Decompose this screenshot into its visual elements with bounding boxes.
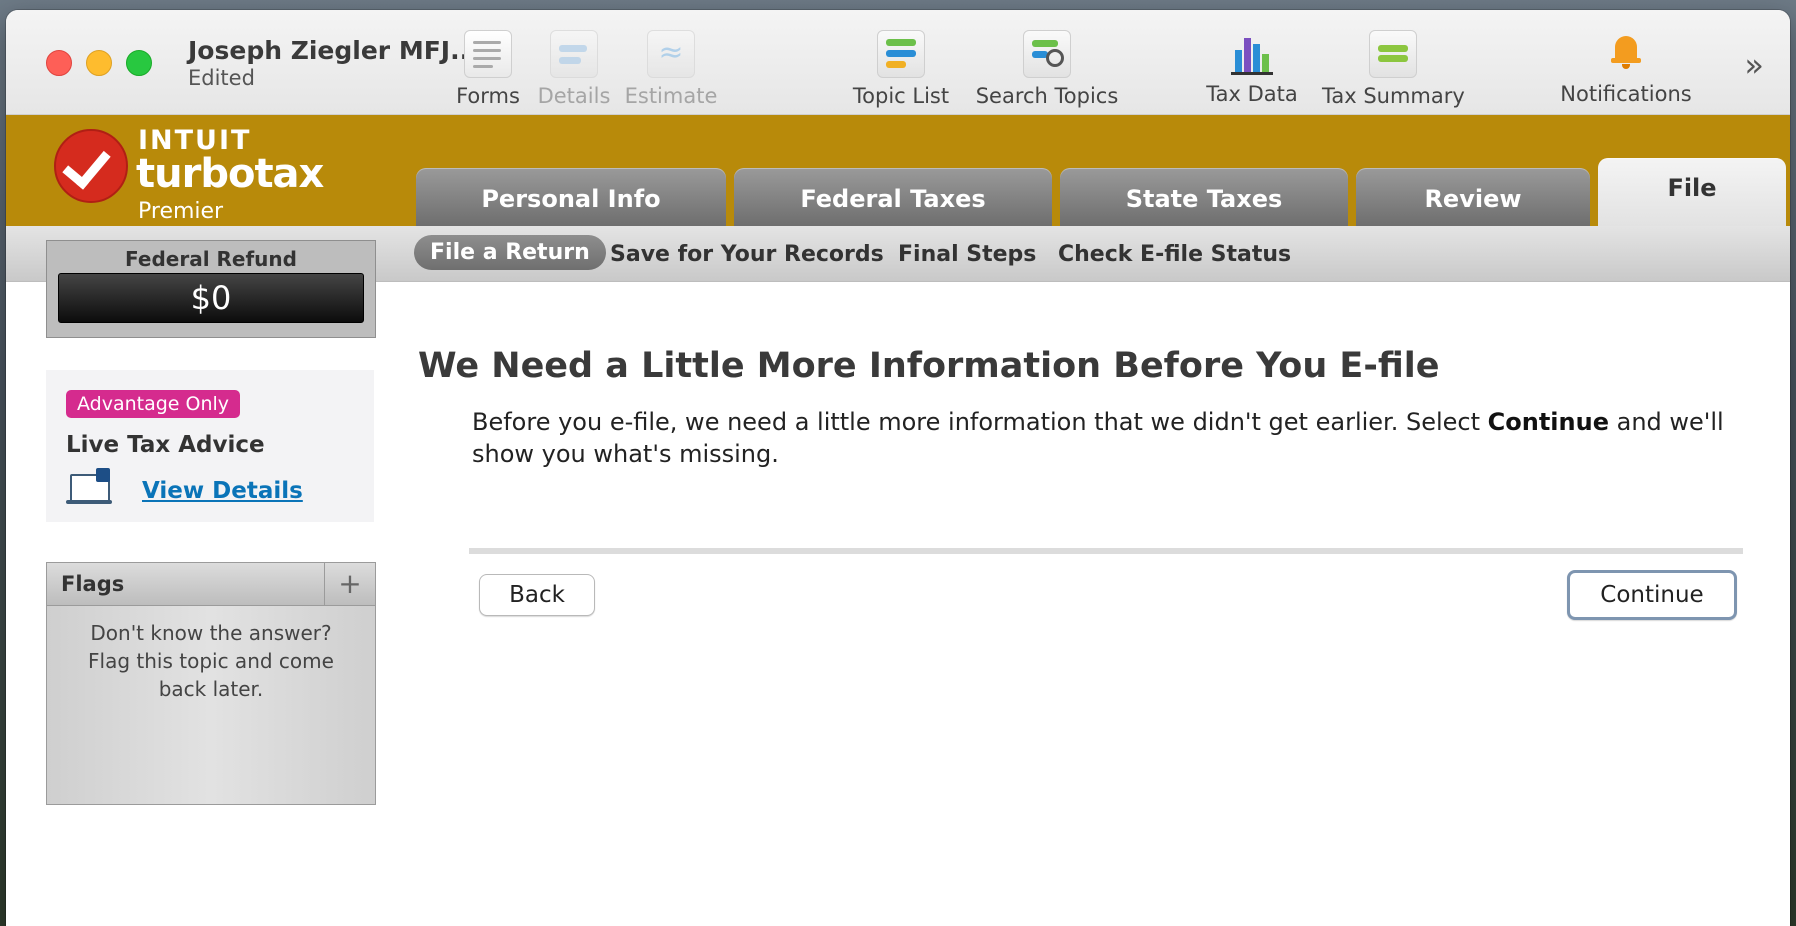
toolbar-tax-data-button[interactable]: Tax Data	[1202, 30, 1302, 106]
close-window-button[interactable]	[46, 50, 72, 76]
laptop-advisor-icon	[66, 468, 112, 506]
estimate-icon: ≈	[647, 30, 695, 78]
subnav-check-efile-status[interactable]: Check E-file Status	[1058, 242, 1291, 267]
tab-file[interactable]: File	[1598, 158, 1786, 227]
description-text-start: Before you e-file, we need a little more…	[472, 408, 1488, 436]
continue-button[interactable]: Continue	[1567, 570, 1737, 620]
tab-personal-info[interactable]: Personal Info	[416, 168, 726, 226]
flags-hint: Don't know the answer? Flag this topic a…	[88, 621, 334, 701]
logo-edition: Premier	[138, 199, 224, 224]
toolbar-estimate-label: Estimate	[624, 84, 718, 108]
flags-title: Flags	[61, 572, 125, 596]
minimize-window-button[interactable]	[86, 50, 112, 76]
content-divider	[469, 548, 1743, 554]
logo-product: turbotax	[136, 151, 324, 197]
description-continue-emphasis: Continue	[1487, 408, 1609, 436]
toolbar-details-button[interactable]: Details	[532, 30, 616, 108]
back-button[interactable]: Back	[479, 574, 595, 616]
add-flag-button[interactable]: +	[324, 563, 375, 605]
flags-header: Flags +	[47, 563, 375, 606]
tax-data-icon	[1229, 30, 1275, 76]
refund-label: Federal Refund	[125, 247, 297, 271]
refund-amount: $0	[58, 273, 364, 323]
bell-icon	[1603, 30, 1649, 76]
toolbar-notifications-label: Notifications	[1560, 82, 1692, 106]
toolbar-topic-list-button[interactable]: Topic List	[846, 30, 956, 108]
toolbar-topic-list-label: Topic List	[852, 84, 950, 108]
document-status: Edited	[188, 66, 255, 90]
forms-icon	[464, 30, 512, 78]
view-details-link[interactable]: View Details	[142, 478, 303, 504]
zoom-window-button[interactable]	[126, 50, 152, 76]
tab-review[interactable]: Review	[1356, 168, 1590, 226]
toolbar-search-topics-button[interactable]: Search Topics	[974, 30, 1120, 108]
page-description: Before you e-file, we need a little more…	[472, 406, 1734, 470]
toolbar-tax-data-label: Tax Data	[1206, 82, 1298, 106]
turbotax-logo-icon	[54, 129, 128, 203]
details-icon	[550, 30, 598, 78]
toolbar-details-label: Details	[537, 84, 611, 108]
tab-state-taxes[interactable]: State Taxes	[1060, 168, 1348, 226]
subnav-final-steps[interactable]: Final Steps	[898, 242, 1036, 267]
page-title: We Need a Little More Information Before…	[418, 346, 1440, 386]
advantage-badge: Advantage Only	[66, 390, 241, 418]
app-window: Joseph Ziegler MFJ... Edited Forms Detai…	[6, 10, 1790, 926]
tab-federal-taxes[interactable]: Federal Taxes	[734, 168, 1052, 226]
toolbar-tax-summary-button[interactable]: Tax Summary	[1322, 30, 1465, 108]
topic-list-icon	[877, 30, 925, 78]
toolbar-forms-label: Forms	[456, 84, 520, 108]
toolbar-forms-button[interactable]: Forms	[450, 30, 526, 108]
toolbar-estimate-button[interactable]: ≈ Estimate	[622, 30, 720, 108]
search-topics-icon	[1023, 30, 1071, 78]
federal-refund-panel: Federal Refund $0	[46, 240, 376, 338]
live-advice-promo: Advantage Only Live Tax Advice View Deta…	[46, 370, 374, 522]
toolbar: Joseph Ziegler MFJ... Edited Forms Detai…	[6, 10, 1790, 115]
tax-summary-icon	[1369, 30, 1417, 78]
toolbar-overflow-button[interactable]: »	[1744, 46, 1764, 84]
subnav-file-a-return[interactable]: File a Return	[414, 235, 606, 270]
document-title: Joseph Ziegler MFJ...	[188, 36, 479, 65]
toolbar-search-topics-label: Search Topics	[975, 84, 1119, 108]
promo-title: Live Tax Advice	[66, 432, 265, 458]
flags-panel: Flags + Don't know the answer? Flag this…	[46, 562, 376, 805]
toolbar-tax-summary-label: Tax Summary	[1322, 84, 1465, 108]
toolbar-notifications-button[interactable]: Notifications	[1558, 30, 1694, 106]
subnav-save-for-records[interactable]: Save for Your Records	[610, 242, 884, 267]
